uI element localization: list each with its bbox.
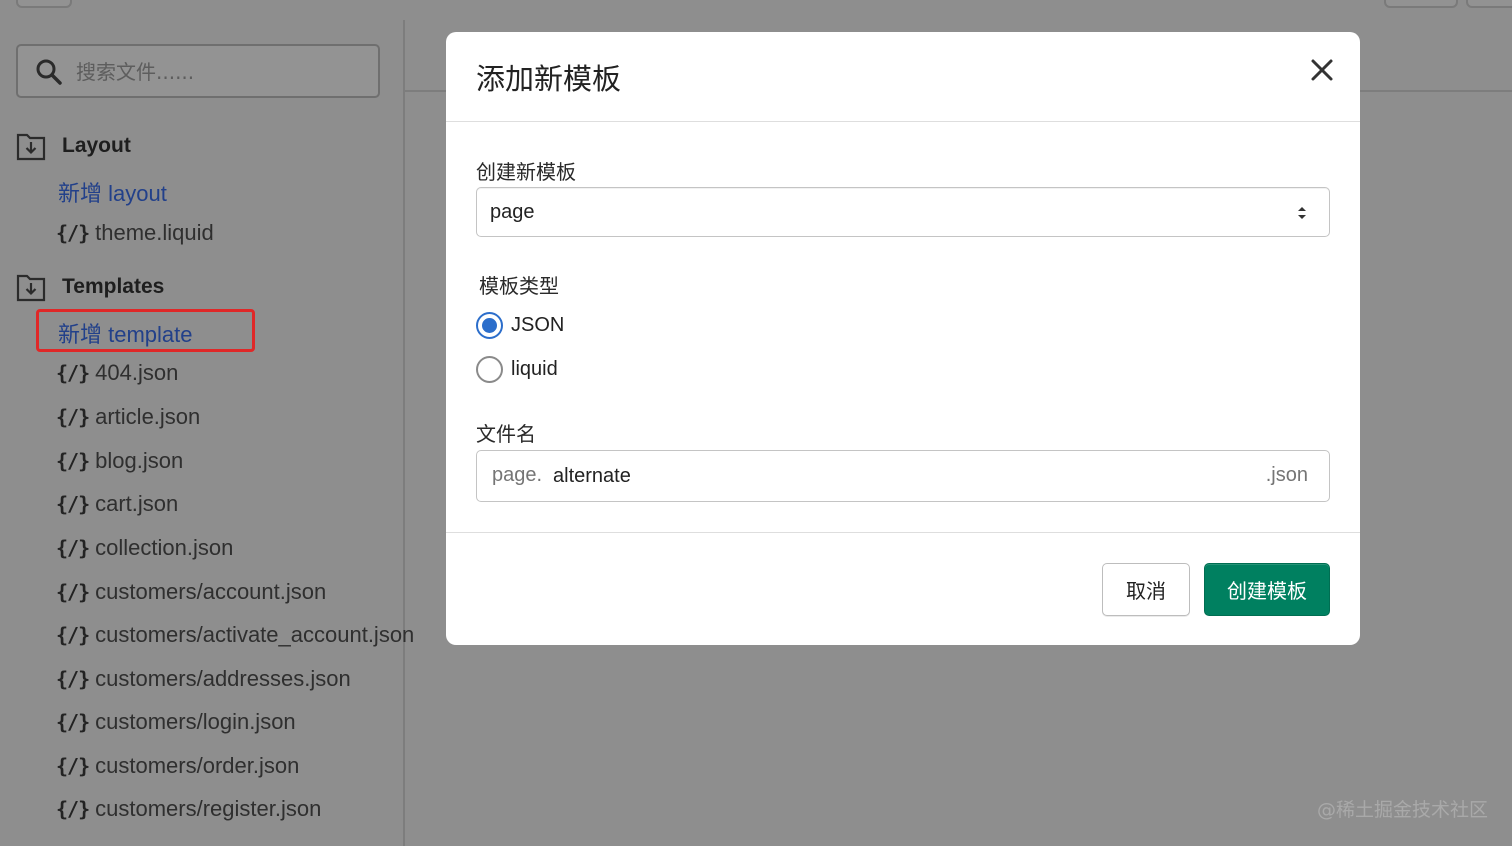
file-item[interactable]: {/} collection.json xyxy=(56,533,233,563)
filename-label: 文件名 xyxy=(476,424,536,446)
file-name: article.json xyxy=(95,404,201,429)
file-name: cart.json xyxy=(95,491,179,516)
dialog-header: 添加新模板 xyxy=(446,32,1360,122)
file-name: customers/login.json xyxy=(95,709,296,734)
radio-button[interactable] xyxy=(476,356,503,383)
radio-label: JSON xyxy=(511,314,565,336)
radio-button-checked[interactable] xyxy=(476,312,503,339)
file-item[interactable]: {/} customers/login.json xyxy=(56,707,296,737)
search-icon xyxy=(36,59,62,85)
radio-option-liquid[interactable]: liquid xyxy=(476,356,558,383)
filename-prefix: page. xyxy=(492,464,543,486)
cancel-button[interactable]: 取消 xyxy=(1102,563,1190,616)
file-item[interactable]: {/} cart.json xyxy=(56,489,178,519)
section-title: Templates xyxy=(62,275,165,298)
highlight-annotation xyxy=(36,309,255,352)
code-icon: {/} xyxy=(56,580,90,604)
code-icon: {/} xyxy=(56,405,90,429)
create-template-button[interactable]: 创建模板 xyxy=(1204,563,1330,616)
file-search[interactable] xyxy=(16,44,380,98)
radio-label: liquid xyxy=(511,358,558,380)
select-arrows-icon xyxy=(1298,207,1306,219)
file-name: 404.json xyxy=(95,360,179,385)
file-item[interactable]: {/} article.json xyxy=(56,402,200,432)
code-icon: {/} xyxy=(56,492,90,516)
file-name: customers/activate_account.json xyxy=(95,622,415,647)
toolbar-button-stub[interactable] xyxy=(16,0,72,8)
dialog-footer: 取消 创建模板 xyxy=(446,533,1360,645)
code-icon: {/} xyxy=(56,667,90,691)
folder-download-icon xyxy=(16,133,46,161)
code-icon: {/} xyxy=(56,361,90,385)
template-type-label: 模板类型 xyxy=(479,276,559,298)
radio-option-json[interactable]: JSON xyxy=(476,312,564,339)
section-layout[interactable]: Layout xyxy=(16,130,131,162)
filename-field[interactable]: page. .json xyxy=(476,450,1330,502)
file-name: customers/order.json xyxy=(95,753,300,778)
search-input[interactable] xyxy=(74,54,364,90)
section-templates[interactable]: Templates xyxy=(16,271,164,303)
file-sidebar: Layout 新增 layout {/} theme.liquid Templa… xyxy=(0,20,414,846)
file-item[interactable]: {/} customers/addresses.json xyxy=(56,664,351,694)
add-layout-link[interactable]: 新增 layout xyxy=(58,176,167,208)
file-item[interactable]: {/} customers/activate_account.json xyxy=(56,620,414,650)
create-template-label: 创建新模板 xyxy=(476,162,576,184)
filename-suffix: .json xyxy=(1265,464,1308,486)
code-icon: {/} xyxy=(56,623,90,647)
close-icon[interactable] xyxy=(1308,56,1336,84)
code-icon: {/} xyxy=(56,449,90,473)
file-item[interactable]: {/} customers/order.json xyxy=(56,751,299,781)
file-name: customers/register.json xyxy=(95,796,322,821)
file-item[interactable]: {/} theme.liquid xyxy=(56,218,214,248)
toolbar-button-stub[interactable] xyxy=(1384,0,1458,8)
file-item[interactable]: {/} 404.json xyxy=(56,358,178,388)
dialog-title: 添加新模板 xyxy=(476,64,622,96)
file-name: theme.liquid xyxy=(95,220,214,245)
template-select-value: page xyxy=(490,200,535,223)
code-icon: {/} xyxy=(56,536,90,560)
code-icon: {/} xyxy=(56,221,90,245)
dialog-body: 创建新模板 page 模板类型 JSON liquid 文件名 page. .j… xyxy=(446,122,1360,533)
add-template-dialog: 添加新模板 创建新模板 page 模板类型 JSON liquid 文件名 pa… xyxy=(446,32,1360,645)
template-select[interactable]: page xyxy=(476,187,1330,237)
file-item[interactable]: {/} blog.json xyxy=(56,446,183,476)
folder-download-icon xyxy=(16,274,46,302)
code-icon: {/} xyxy=(56,754,90,778)
code-icon: {/} xyxy=(56,710,90,734)
code-icon: {/} xyxy=(56,797,90,821)
file-name: customers/account.json xyxy=(95,579,327,604)
watermark: @稀土掘金技术社区 xyxy=(1316,799,1488,821)
file-name: blog.json xyxy=(95,448,184,473)
file-item[interactable]: {/} customers/account.json xyxy=(56,577,326,607)
file-name: customers/addresses.json xyxy=(95,666,351,691)
file-item[interactable]: {/} customers/register.json xyxy=(56,794,321,824)
toolbar-button-stub[interactable] xyxy=(1466,0,1512,8)
filename-input[interactable] xyxy=(551,459,1231,493)
file-name: collection.json xyxy=(95,535,234,560)
section-title: Layout xyxy=(62,134,131,157)
